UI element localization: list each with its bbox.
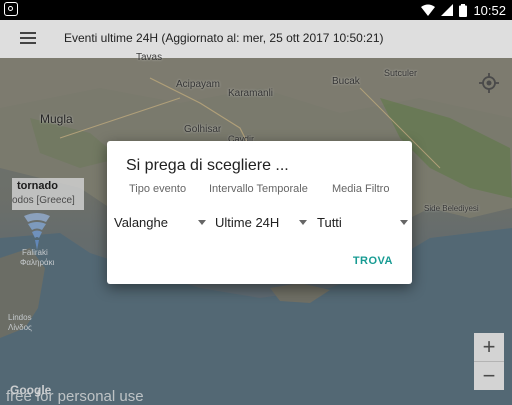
media-filter-label: Media Filtro (332, 183, 390, 195)
time-interval-value: Ultime 24H (215, 214, 280, 230)
time-interval-select[interactable]: Ultime 24H (215, 212, 307, 232)
filter-dialog: Si prega di scegliere ... Tipo evento In… (107, 141, 412, 284)
media-filter-select[interactable]: Tutti (317, 212, 408, 232)
menu-icon[interactable] (20, 32, 36, 44)
app-toolbar: Eventi ultime 24H (Aggiornato al: mer, 2… (0, 20, 512, 59)
media-filter-value: Tutti (317, 214, 342, 230)
wifi-icon (421, 4, 436, 16)
instagram-notification-icon (4, 2, 18, 16)
dialog-title: Si prega di scegliere ... (126, 157, 289, 174)
status-time: 10:52 (473, 2, 506, 18)
dropdown-arrow-icon (299, 219, 307, 225)
dropdown-arrow-icon (400, 219, 408, 225)
event-type-value: Valanghe (114, 214, 168, 230)
battery-icon (459, 3, 468, 17)
event-type-label: Tipo evento (129, 183, 187, 195)
dropdown-arrow-icon (198, 219, 206, 225)
page-title: Eventi ultime 24H (Aggiornato al: mer, 2… (64, 31, 384, 45)
status-bar: 10:52 (0, 0, 512, 20)
time-interval-label: Intervallo Temporale (209, 183, 308, 195)
find-button[interactable]: TROVA (353, 255, 393, 267)
signal-icon (441, 4, 454, 16)
event-type-select[interactable]: Valanghe (114, 212, 206, 232)
